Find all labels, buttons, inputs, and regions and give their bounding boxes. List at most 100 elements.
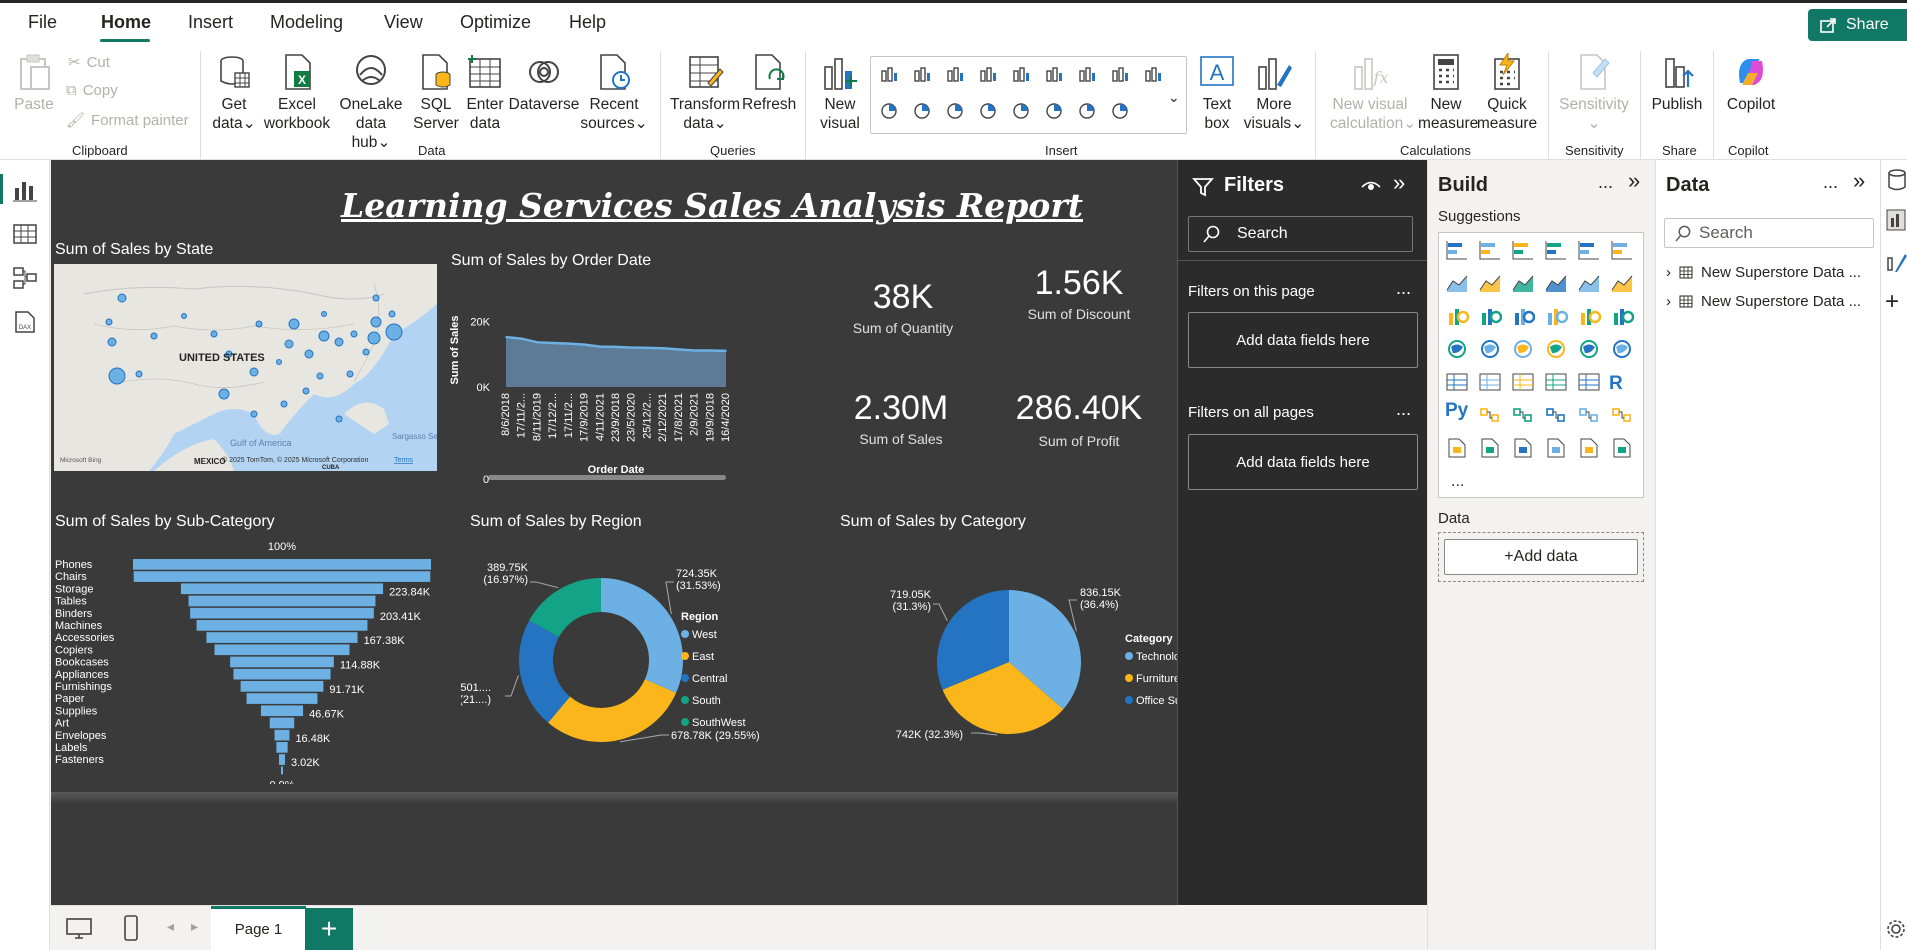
format-painter-button[interactable]: 🖌 Format painter xyxy=(66,111,189,130)
new-visual-button[interactable]: New visual xyxy=(815,53,865,133)
treemap-icon[interactable] xyxy=(1610,305,1634,327)
stacked-column-icon[interactable] xyxy=(912,65,932,83)
table-view-icon[interactable] xyxy=(12,222,38,246)
trophy-icon[interactable] xyxy=(1610,404,1634,426)
power-apps-icon[interactable] xyxy=(1544,437,1568,459)
report-view-icon[interactable] xyxy=(12,178,38,202)
gauge-icon[interactable] xyxy=(978,102,998,120)
multi-row-card-icon[interactable] xyxy=(1044,102,1064,120)
card-icon[interactable] xyxy=(1011,102,1031,120)
paginated-report-icon[interactable] xyxy=(1445,437,1469,459)
build-pane-icon[interactable] xyxy=(1885,208,1907,232)
add-page-button[interactable]: + xyxy=(305,908,353,950)
stacked-area-icon[interactable] xyxy=(1511,272,1535,294)
stacked-bar-icon[interactable] xyxy=(1445,239,1469,261)
map-visual-icon[interactable] xyxy=(1445,338,1469,360)
kpi-icon[interactable] xyxy=(1478,371,1502,393)
line-chart-icon[interactable] xyxy=(1044,65,1064,83)
diamond-icon[interactable] xyxy=(1577,437,1601,459)
format-pane-icon[interactable] xyxy=(1885,250,1907,274)
new-visual-calculation-button[interactable]: fx New visual calculation⌄ xyxy=(1330,53,1416,133)
data-table-item[interactable]: › New Superstore Data ... xyxy=(1666,264,1861,281)
desktop-layout-icon[interactable] xyxy=(65,916,93,940)
matrix-icon[interactable] xyxy=(1110,102,1130,120)
scroll-left-icon[interactable]: ◂ xyxy=(167,918,174,935)
ribbon-chart-icon[interactable] xyxy=(1544,272,1568,294)
data-pane-icon[interactable] xyxy=(1887,168,1907,192)
waterfall-icon[interactable] xyxy=(1110,65,1130,83)
multi-row-card-icon[interactable] xyxy=(1445,371,1469,393)
100-bar-icon[interactable] xyxy=(1577,239,1601,261)
cut-button[interactable]: ✂ Cut xyxy=(68,53,110,72)
power-automate-icon[interactable] xyxy=(1511,437,1535,459)
line-clustered-icon[interactable] xyxy=(1610,272,1634,294)
waterfall-icon[interactable] xyxy=(1445,305,1469,327)
collapse-build-icon[interactable]: » xyxy=(1628,168,1640,194)
all-pages-filter-drop-zone[interactable]: Add data fields here xyxy=(1188,434,1418,490)
table-visual-icon[interactable] xyxy=(1544,371,1568,393)
qa-icon[interactable] xyxy=(1544,404,1568,426)
page-tab-1[interactable]: Page 1 xyxy=(211,906,306,950)
sales-by-category-pie[interactable]: 836.15K (36.4%) 742K (32.3%) 719.05K (31.3%)… xyxy=(831,540,1177,780)
collapse-data-icon[interactable]: » xyxy=(1853,168,1865,194)
filled-map-icon[interactable] xyxy=(1478,338,1502,360)
text-box-button[interactable]: A Text box xyxy=(1192,53,1242,133)
donut-visual-icon[interactable] xyxy=(879,102,899,120)
menu-view[interactable]: View xyxy=(384,12,423,33)
data-table-item[interactable]: › New Superstore Data ... xyxy=(1666,293,1861,310)
more-options-icon[interactable]: ... xyxy=(1396,278,1411,299)
menu-file[interactable]: File xyxy=(28,12,57,33)
pie-visual-icon[interactable] xyxy=(1544,305,1568,327)
r-visual-icon[interactable]: R xyxy=(1609,373,1623,395)
excel-workbook-button[interactable]: X Excel workbook xyxy=(262,53,332,133)
dataverse-button[interactable]: Dataverse xyxy=(508,53,580,114)
menu-insert[interactable]: Insert xyxy=(188,12,233,33)
sales-by-state-map[interactable]: UNITED STATES Gulf of America Sargasso S… xyxy=(54,264,437,471)
azure-map-icon[interactable] xyxy=(1544,338,1568,360)
clustered-column-icon[interactable] xyxy=(1544,239,1568,261)
table-visual-icon[interactable] xyxy=(1077,102,1097,120)
new-measure-button[interactable]: New measure xyxy=(1418,53,1478,133)
donut-visual-icon[interactable] xyxy=(1577,305,1601,327)
clustered-column-icon[interactable] xyxy=(978,65,998,83)
model-view-icon[interactable] xyxy=(12,266,38,290)
menu-help[interactable]: Help xyxy=(569,12,606,33)
eye-icon[interactable] xyxy=(1361,178,1381,194)
area-chart-icon[interactable] xyxy=(1077,65,1097,83)
map-visual-icon[interactable] xyxy=(945,102,965,120)
arrow-icon[interactable] xyxy=(1610,437,1634,459)
enter-data-button[interactable]: Enter data xyxy=(462,53,508,133)
report-canvas[interactable]: Learning Services Sales Analysis Report … xyxy=(51,160,1177,905)
card-icon[interactable] xyxy=(1610,338,1634,360)
funnel-visual-icon[interactable] xyxy=(1478,305,1502,327)
sql-server-button[interactable]: SQL Server xyxy=(412,53,460,133)
menu-modeling[interactable]: Modeling xyxy=(270,12,343,33)
stacked-bar-icon[interactable] xyxy=(879,65,899,83)
add-data-button[interactable]: +Add data xyxy=(1444,539,1638,575)
area-chart-icon[interactable] xyxy=(1478,272,1502,294)
publish-button[interactable]: Publish xyxy=(1648,53,1706,114)
key-influencers-icon[interactable] xyxy=(1478,404,1502,426)
matrix-icon[interactable] xyxy=(1577,371,1601,393)
map-terms-link[interactable]: Terms xyxy=(394,457,414,464)
page-filter-drop-zone[interactable]: Add data fields here xyxy=(1188,312,1418,368)
settings-gear-icon[interactable] xyxy=(1885,918,1907,940)
mobile-layout-icon[interactable] xyxy=(123,914,139,942)
refresh-button[interactable]: Refresh xyxy=(742,53,796,114)
copy-button[interactable]: ⧉ Copy xyxy=(66,82,118,99)
shape-map-icon[interactable] xyxy=(1511,338,1535,360)
line-chart-icon[interactable] xyxy=(1445,272,1469,294)
paste-button[interactable]: Paste xyxy=(12,53,56,114)
decomposition-tree-icon[interactable] xyxy=(1511,404,1535,426)
get-data-button[interactable]: Get data⌄ xyxy=(210,53,258,133)
visual-gallery[interactable] xyxy=(870,56,1187,134)
more-options-icon[interactable]: ... xyxy=(1598,172,1613,193)
python-visual-icon[interactable]: Py xyxy=(1445,400,1468,422)
sales-by-subcategory-funnel[interactable]: 100% PhonesChairsStorage 223.84K TablesBind… xyxy=(51,534,441,784)
slicer-icon[interactable] xyxy=(1511,371,1535,393)
copilot-button[interactable]: Copilot xyxy=(1720,53,1782,114)
collapse-filters-icon[interactable]: » xyxy=(1393,170,1405,196)
dax-query-view-icon[interactable]: DAX xyxy=(12,310,38,334)
100-bar-icon[interactable] xyxy=(1011,65,1031,83)
more-visuals-icon[interactable]: ... xyxy=(1451,473,1464,491)
